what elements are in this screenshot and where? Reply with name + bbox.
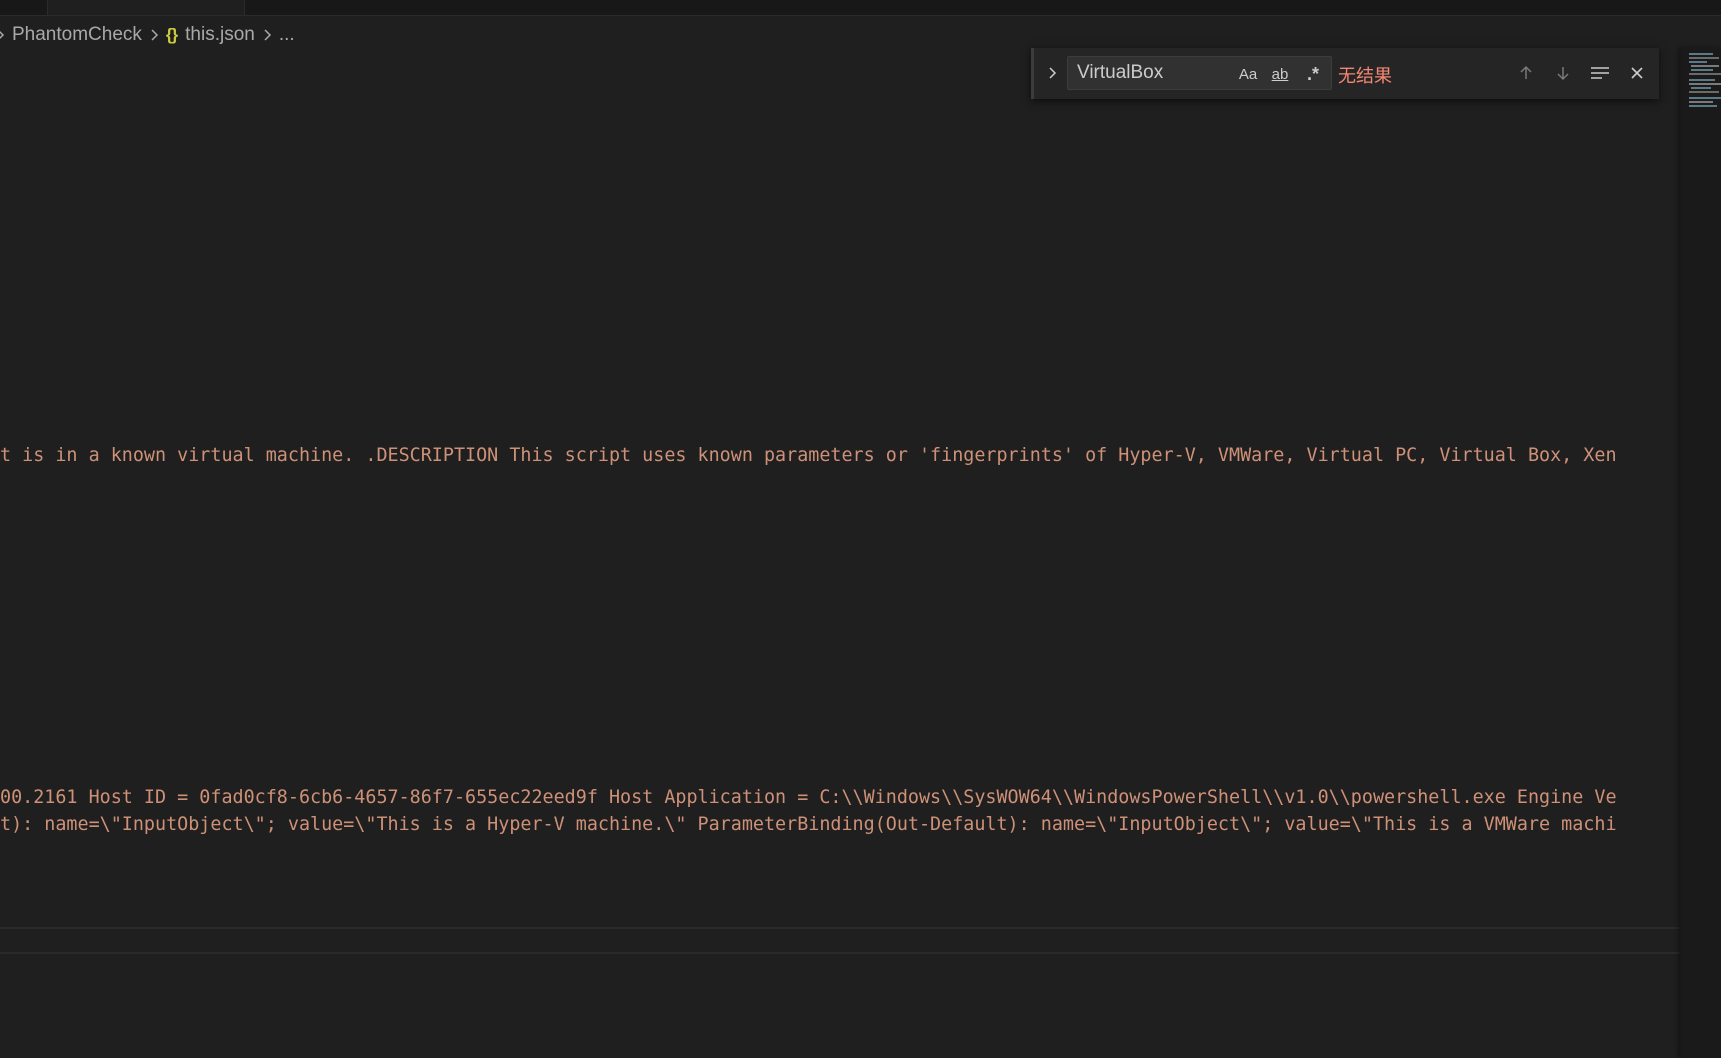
breadcrumb-symbol[interactable]: ...	[279, 24, 295, 46]
next-match-button[interactable]	[1550, 60, 1576, 86]
match-whole-word-button[interactable]: ab	[1267, 61, 1293, 87]
match-case-button[interactable]: Aa	[1235, 61, 1261, 87]
minimap-background	[1681, 48, 1721, 1058]
breadcrumb: PhantomCheck {} this.json ...	[0, 20, 295, 50]
use-regex-button[interactable]: .*	[1300, 61, 1326, 87]
code-line[interactable]: t): name=\"InputObject\"; value=\"This i…	[0, 812, 1680, 838]
arrow-down-icon	[1557, 67, 1569, 81]
find-widget: Aa ab .* 无结果	[1031, 48, 1659, 99]
chevron-right-icon	[1049, 67, 1057, 79]
code-line[interactable]: t is in a known virtual machine. .DESCRI…	[0, 443, 1680, 469]
breadcrumb-file[interactable]: this.json	[185, 24, 255, 46]
chevron-right-icon	[0, 27, 8, 43]
arrow-up-icon	[1520, 65, 1532, 79]
editor-divider	[0, 927, 1680, 929]
json-file-icon: {}	[165, 25, 178, 44]
code-line[interactable]: 00.2161 Host ID = 0fad0cf8-6cb6-4657-86f…	[0, 785, 1680, 811]
chevron-right-icon	[146, 27, 162, 43]
toggle-replace-button[interactable]	[1042, 62, 1062, 84]
editor-window: PhantomCheck {} this.json ... Aa ab .* 无…	[0, 0, 1721, 1058]
close-icon	[1631, 67, 1643, 79]
breadcrumb-folder[interactable]: PhantomCheck	[12, 24, 142, 46]
find-input-box: Aa ab .*	[1067, 56, 1332, 90]
minimap-preview	[1689, 53, 1721, 107]
find-result-status: 无结果	[1338, 66, 1392, 86]
find-in-selection-button[interactable]	[1587, 60, 1613, 86]
tab-strip	[0, 0, 1721, 16]
find-input[interactable]	[1068, 57, 1228, 89]
previous-match-button[interactable]	[1513, 60, 1539, 86]
close-find-button[interactable]	[1624, 60, 1650, 86]
minimap[interactable]	[1680, 48, 1721, 1058]
editor-divider	[0, 952, 1680, 954]
selection-lines-icon	[1591, 67, 1609, 79]
active-tab[interactable]	[47, 0, 245, 15]
chevron-right-icon	[259, 27, 275, 43]
